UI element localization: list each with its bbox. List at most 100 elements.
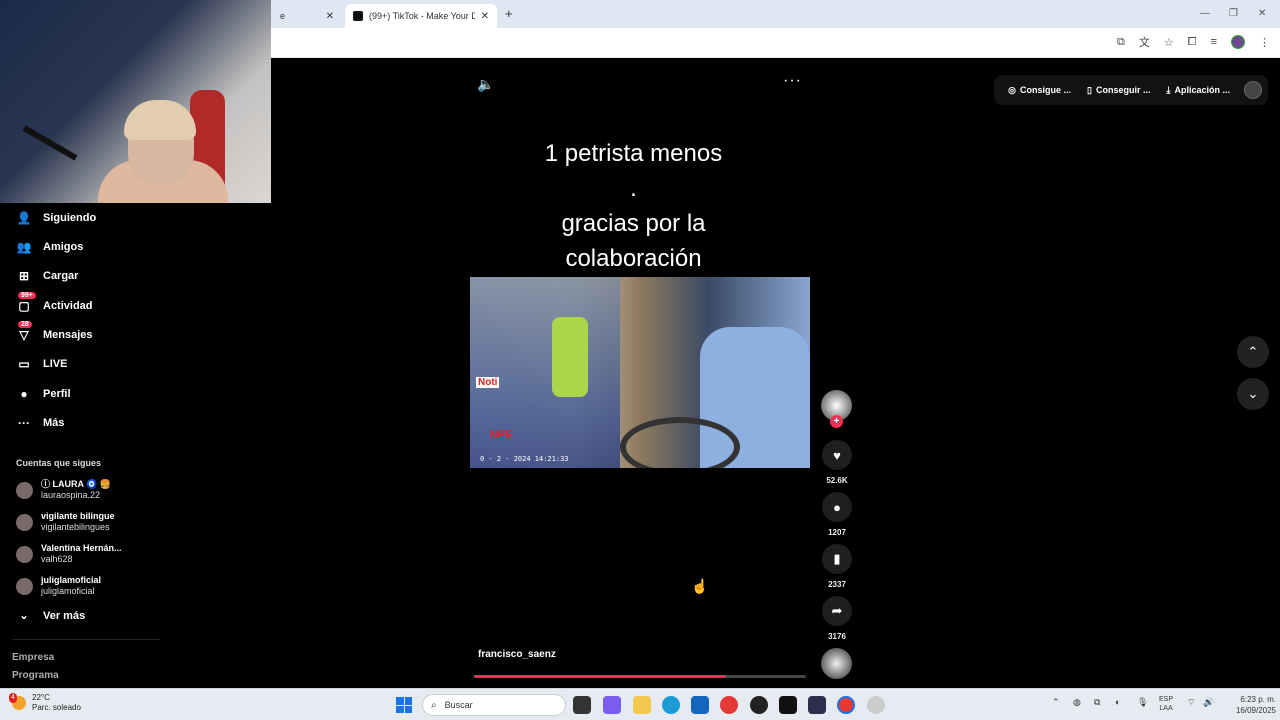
messages-icon: ▽ 28	[16, 321, 32, 343]
sidebar-item-live[interactable]: ▭ LIVE	[16, 356, 67, 372]
windows-start-icon[interactable]	[396, 697, 412, 713]
coin-icon: ◎	[1008, 84, 1017, 95]
close-window-button[interactable]: ✕	[1258, 8, 1266, 19]
next-video-button[interactable]: ⌄	[1237, 378, 1269, 410]
store-icon[interactable]	[691, 696, 709, 714]
maximize-window-button[interactable]: ❐	[1229, 8, 1238, 19]
footer-link-empresa[interactable]: Empresa	[12, 652, 54, 663]
minimize-window-button[interactable]: —	[1200, 8, 1210, 19]
sidebar-item-mas[interactable]: ··· Más	[16, 415, 64, 431]
follow-plus-button[interactable]: +	[830, 415, 843, 428]
sidebar-divider	[12, 639, 160, 640]
comment-icon: ●	[833, 499, 841, 515]
chrome-icon[interactable]	[720, 696, 738, 714]
save-count: 2337	[828, 580, 846, 589]
taskbar-search-input[interactable]: ⌕ Buscar	[422, 694, 566, 716]
profile-icon: ●	[20, 387, 28, 401]
sidebar-item-label: Perfil	[43, 388, 71, 400]
volume-icon[interactable]: 🔈	[477, 76, 494, 93]
close-tab-icon[interactable]: ✕	[481, 11, 489, 22]
avatar	[16, 513, 33, 531]
tiktok-app-icon[interactable]	[779, 696, 797, 714]
video-progress-bar[interactable]	[474, 675, 806, 678]
share-button[interactable]: ➦	[822, 596, 852, 626]
following-account[interactable]: ⓘ LAURA 🧿 🍔 lauraospina.22	[16, 479, 111, 501]
video-caption-line: .	[630, 175, 637, 202]
download-icon: ⤓	[1166, 84, 1171, 95]
sidebar-item-mensajes[interactable]: ▽ 28 Mensajes	[16, 321, 93, 343]
tray-app-icon[interactable]: ◍	[1073, 697, 1081, 708]
get-coins-button[interactable]: ◎ Consigue ...	[1000, 85, 1079, 96]
sidebar-item-label: Mensajes	[43, 329, 93, 341]
clock-date: 16/09/2025	[1235, 706, 1276, 715]
get-app-button[interactable]: ▯ Conseguir ...	[1079, 85, 1158, 96]
new-tab-button[interactable]: +	[505, 6, 513, 21]
speaker-icon[interactable]: 🔊	[1203, 697, 1214, 708]
streamer-cap	[124, 100, 196, 140]
screen: e ✕ (99+) TikTok - Make Your D… ✕ + — ❐ …	[0, 0, 1280, 720]
footer-link-programa[interactable]: Programa	[12, 670, 59, 681]
file-explorer-icon[interactable]	[633, 696, 651, 714]
user-avatar[interactable]	[1244, 81, 1262, 99]
video-player[interactable]: Noti NPE 0 - 2 - 2024 14:21:33	[470, 277, 810, 468]
save-button[interactable]: ▮	[822, 544, 852, 574]
taskbar-clock[interactable]: 6:23 p. m. 16/09/2025	[1224, 694, 1276, 716]
sidebar-item-perfil[interactable]: ● Perfil	[16, 386, 71, 402]
close-tab-icon[interactable]: ✕	[326, 11, 334, 22]
microphone-icon[interactable]: 🎙	[1137, 697, 1148, 708]
obs-icon[interactable]	[750, 696, 768, 714]
bookmark-icon: ▮	[833, 551, 841, 566]
wifi-icon[interactable]: ⌔	[1187, 697, 1195, 708]
sound-avatar[interactable]	[821, 648, 852, 679]
following-account[interactable]: vigilante bilingue vigilantebilingues	[16, 511, 115, 533]
install-app-icon[interactable]: ⧉	[1117, 36, 1125, 49]
chevron-down-icon: ⌄	[19, 610, 29, 622]
language-indicator[interactable]: ESP LAA	[1159, 695, 1173, 713]
sidebar-item-amigos[interactable]: 👥 Amigos	[16, 239, 84, 255]
reading-list-icon[interactable]: ≡	[1211, 36, 1217, 48]
previous-video-button[interactable]: ⌃	[1237, 336, 1269, 368]
weather-desc: Parc. soleado	[32, 703, 81, 712]
profile-avatar-icon[interactable]	[1231, 35, 1245, 49]
see-more-button[interactable]: ⌄ Ver más	[16, 609, 86, 623]
share-count: 3176	[828, 632, 846, 641]
following-account[interactable]: Valentina Hernán... valh628	[16, 543, 122, 565]
browser-tab-active[interactable]: (99+) TikTok - Make Your D… ✕	[345, 4, 497, 28]
browser-menu-icon[interactable]: ⋮	[1259, 36, 1270, 49]
see-more-label: Ver más	[43, 609, 86, 622]
edge-icon[interactable]	[662, 696, 680, 714]
sidebar-item-label: Actividad	[43, 300, 93, 312]
sidebar-item-siguiendo[interactable]: 👤 Siguiendo	[16, 210, 97, 226]
comment-button[interactable]: ●	[822, 492, 852, 522]
chrome-active-icon[interactable]	[837, 696, 855, 714]
more-options-icon[interactable]: ···	[783, 72, 802, 90]
task-view-icon[interactable]	[573, 696, 591, 714]
pointer-hand-icon: ☝	[691, 578, 709, 594]
microphone-arm	[22, 125, 78, 161]
copilot-icon[interactable]	[603, 696, 621, 714]
sidebar-item-label: LIVE	[43, 358, 68, 370]
like-button[interactable]: ♥	[822, 440, 852, 470]
tray-app-icon[interactable]: ⧉	[1094, 697, 1100, 708]
following-account[interactable]: juliglamoficial juliglamoficial	[16, 575, 101, 597]
channel-logo: Noti	[476, 377, 500, 388]
bookmark-star-icon[interactable]: ☆	[1164, 36, 1174, 49]
translate-icon[interactable]: 文	[1139, 34, 1150, 50]
extensions-icon[interactable]: ⧠	[1188, 36, 1197, 49]
browser-tab-inactive[interactable]: e ✕	[272, 4, 342, 28]
tray-app-icon[interactable]: ◐	[1115, 697, 1120, 707]
top-right-actions: ◎ Consigue ... ▯ Conseguir ... ⤓ Aplicac…	[994, 75, 1268, 105]
capcut-icon[interactable]	[808, 696, 826, 714]
tab-title: e	[280, 11, 286, 21]
windows-taskbar: 4 22°C Parc. soleado ⌕ Buscar ⌃ ◍ ⧉ ◐ 🎙 …	[0, 688, 1280, 720]
search-placeholder: Buscar	[444, 700, 473, 710]
app-icon[interactable]	[867, 696, 885, 714]
weather-widget[interactable]: 4 22°C Parc. soleado	[9, 693, 81, 713]
account-name: vigilante bilingue	[41, 511, 115, 521]
tray-overflow-icon[interactable]: ⌃	[1052, 697, 1060, 708]
sidebar-item-actividad[interactable]: ▢ 99+ Actividad	[16, 292, 93, 314]
desktop-app-button[interactable]: ⤓ Aplicación ...	[1159, 85, 1239, 96]
video-author[interactable]: francisco_saenz	[478, 649, 556, 660]
account-handle: valh628	[41, 554, 73, 564]
sidebar-item-cargar[interactable]: ⊞ Cargar	[16, 268, 79, 284]
